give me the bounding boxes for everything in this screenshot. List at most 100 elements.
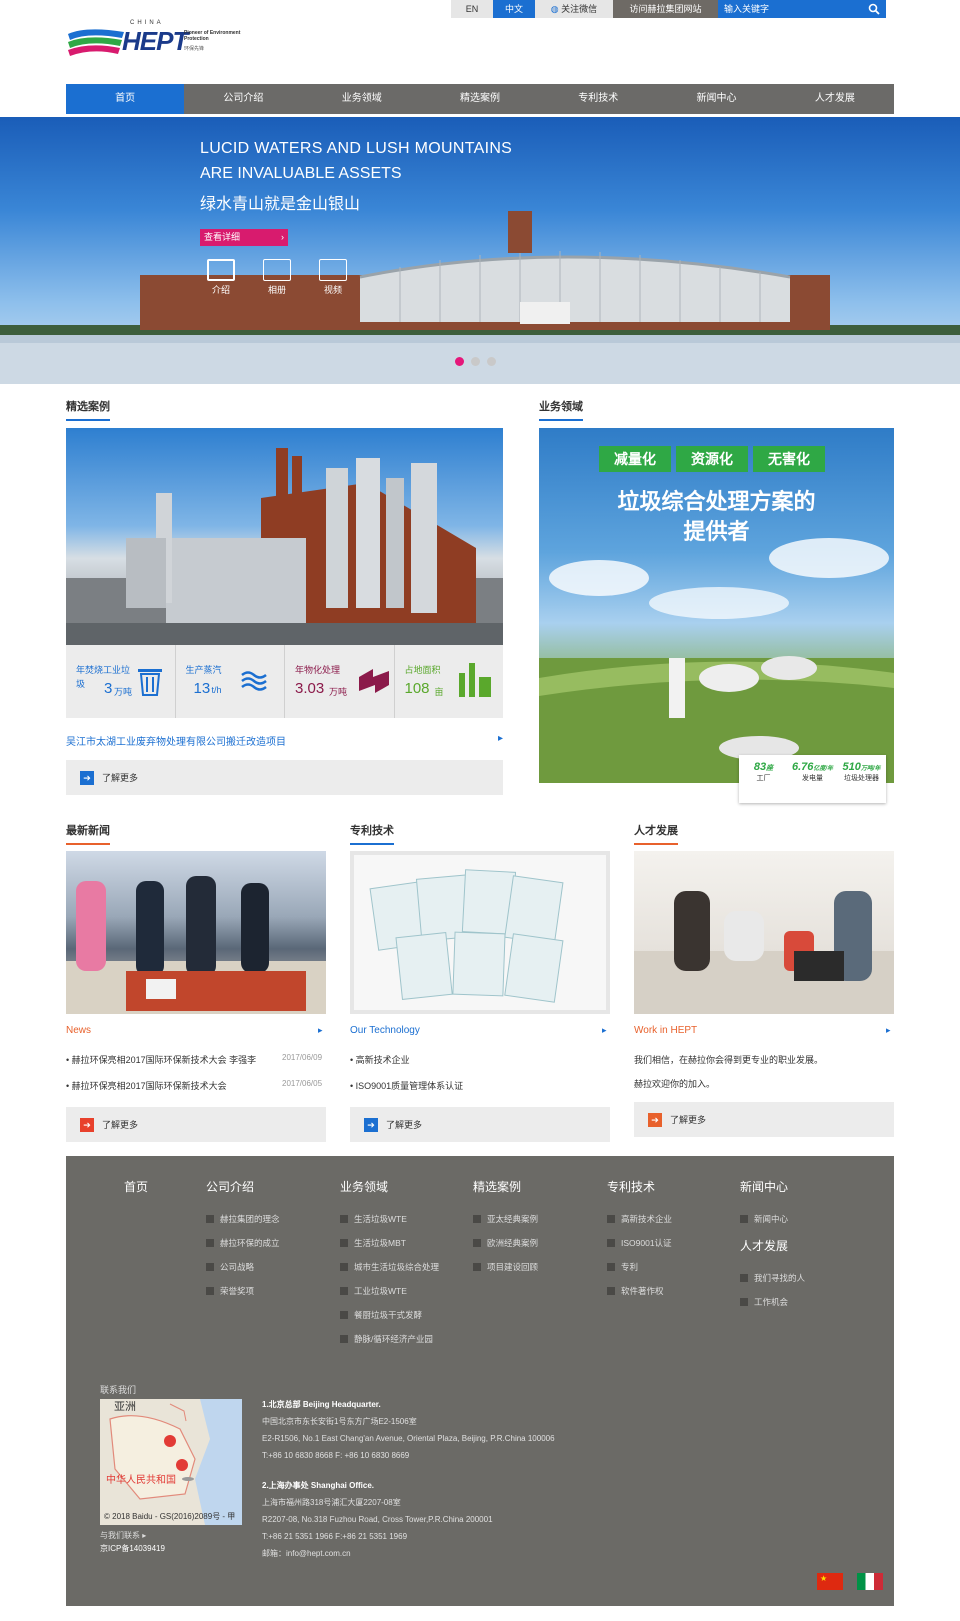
banner-video-button[interactable]: 视频: [313, 259, 353, 296]
footer-link[interactable]: 荣誉奖项: [206, 1279, 280, 1303]
cases-section-title[interactable]: 精选案例: [66, 398, 110, 421]
carousel-dot-2[interactable]: [471, 357, 480, 366]
footer-link[interactable]: 我们寻找的人: [740, 1266, 805, 1290]
contact-us-link[interactable]: 与我们联系 ▸: [100, 1530, 146, 1541]
footer-col-about-head[interactable]: 公司介绍: [206, 1178, 280, 1195]
footer-link[interactable]: 生活垃圾WTE: [340, 1207, 439, 1231]
footer-link[interactable]: 工作机会: [740, 1290, 805, 1314]
news-subtitle[interactable]: News: [66, 1025, 91, 1036]
nav-item-business[interactable]: 业务领域: [303, 84, 421, 114]
biz-stat-3-unit: 万吨/年: [860, 766, 881, 772]
tech-image[interactable]: [350, 851, 610, 1014]
nav-item-technology[interactable]: 专利技术: [539, 84, 657, 114]
banner-video-label: 视频: [323, 285, 342, 295]
addr2-en: R2207-08, No.318 Fuzhou Road, Cross Towe…: [262, 1515, 493, 1524]
nav-item-news[interactable]: 新闻中心: [657, 84, 775, 114]
nav-item-careers[interactable]: 人才发展: [776, 84, 894, 114]
footer-link-label: 静脉/循环经济产业园: [354, 1334, 433, 1344]
footer-link[interactable]: 城市生活垃圾综合处理: [340, 1255, 439, 1279]
lang-en-button[interactable]: EN: [451, 0, 493, 18]
contact-map[interactable]: 亚洲 中华人民共和国 © 2018 Baidu - GS(2016)2089号 …: [100, 1399, 242, 1525]
footer-link[interactable]: 生活垃圾MBT: [340, 1231, 439, 1255]
banner-intro-button[interactable]: 介绍: [201, 259, 241, 296]
hr-subtitle[interactable]: Work in HEPT: [634, 1025, 697, 1036]
biz-stat-1-label: 工厂: [756, 775, 771, 782]
footer-link[interactable]: 专利: [607, 1255, 672, 1279]
hr-more-button[interactable]: ➔ 了解更多: [634, 1102, 894, 1137]
news-section-title[interactable]: 最新新闻: [66, 822, 110, 845]
footer-link[interactable]: 赫拉集团的理念: [206, 1207, 280, 1231]
footer-col-news: 新闻中心 新闻中心 人才发展 我们寻找的人 工作机会: [740, 1178, 805, 1314]
footer-link[interactable]: 餐厨垃圾干式发酵: [340, 1303, 439, 1327]
hr-image[interactable]: [634, 851, 894, 1014]
tech-more-button[interactable]: ➔ 了解更多: [350, 1107, 610, 1142]
business-headline-2: 提供者: [683, 519, 750, 544]
addr2-title: 2.上海办事处 Shanghai Office.: [262, 1481, 375, 1490]
hr-section-title[interactable]: 人才发展: [634, 822, 678, 845]
footer-link-label: 高新技术企业: [621, 1214, 673, 1224]
footer-link-label: 生活垃圾MBT: [354, 1238, 406, 1248]
footer-link-label: 工业垃圾WTE: [354, 1286, 407, 1296]
footer-link[interactable]: 高新技术企业: [607, 1207, 672, 1231]
cases-more-button[interactable]: ➔ 了解更多: [66, 760, 503, 795]
factory-icon: [458, 663, 491, 697]
banner-headline-en-2: ARE INVALUABLE ASSETS: [200, 165, 402, 182]
nav-item-home[interactable]: 首页: [66, 84, 185, 114]
footer-link[interactable]: 工业垃圾WTE: [340, 1279, 439, 1303]
footer-col-cases: 精选案例 亚太经典案例 欧洲经典案例 项目建设回顾: [473, 1178, 538, 1279]
hept-logo[interactable]: CHINA HEPT Pioneer of Environment Protec…: [66, 20, 246, 64]
footer-link[interactable]: 项目建设回顾: [473, 1255, 538, 1279]
carousel-dot-1[interactable]: [455, 357, 464, 366]
chevron-right-icon[interactable]: ▸: [318, 1025, 323, 1036]
tech-item-1[interactable]: • 高新技术企业: [350, 1053, 410, 1066]
footer-link[interactable]: 亚太经典案例: [473, 1207, 538, 1231]
footer-link[interactable]: 静脉/循环经济产业园: [340, 1327, 439, 1351]
tech-item-2[interactable]: • ISO9001质量管理体系认证: [350, 1079, 463, 1092]
tech-subtitle[interactable]: Our Technology: [350, 1025, 420, 1036]
footer-link[interactable]: 赫拉环保的成立: [206, 1231, 280, 1255]
chevron-right-icon: ›: [281, 232, 284, 242]
news-more-button[interactable]: ➔ 了解更多: [66, 1107, 326, 1142]
carousel-dot-3[interactable]: [487, 357, 496, 366]
visit-group-link[interactable]: 访问赫拉集团网站: [613, 0, 718, 18]
news-item-1[interactable]: • 赫拉环保亮相2017国际环保新技术大会 李强李: [66, 1053, 256, 1066]
chevron-right-icon[interactable]: ▸: [886, 1025, 891, 1036]
lang-zh-button[interactable]: 中文: [493, 0, 535, 18]
china-flag-icon[interactable]: ★: [817, 1573, 843, 1590]
footer-col-cases-head[interactable]: 精选案例: [473, 1178, 538, 1195]
footer-link[interactable]: 软件著作权: [607, 1279, 672, 1303]
tech-item-2-text: ISO9001质量管理体系认证: [355, 1081, 464, 1091]
biz-stat-3-value: 510: [842, 761, 861, 773]
logo-tagline-cn: 环保先锋: [184, 46, 205, 52]
banner-album-button[interactable]: 相册: [257, 259, 297, 296]
footer-link[interactable]: 欧洲经典案例: [473, 1231, 538, 1255]
news-item-2[interactable]: • 赫拉环保亮相2017国际环保新技术大会: [66, 1079, 227, 1092]
footer-col-news-head[interactable]: 新闻中心: [740, 1178, 805, 1195]
search-icon[interactable]: [868, 3, 880, 15]
case-stat-treatment: 年物化处理 3.03 万吨: [285, 645, 395, 718]
news-image[interactable]: [66, 851, 326, 1014]
footer-col-technology-head[interactable]: 专利技术: [607, 1178, 672, 1195]
footer-link[interactable]: ISO9001认证: [607, 1231, 672, 1255]
footer-link[interactable]: 新闻中心: [740, 1207, 805, 1231]
nav-item-cases[interactable]: 精选案例: [421, 84, 539, 114]
footer-home-link[interactable]: 首页: [124, 1178, 148, 1195]
chevron-right-icon[interactable]: ▸: [602, 1025, 607, 1036]
footer-email[interactable]: 邮箱：info@hept.com.cn: [262, 1545, 555, 1562]
business-infographic[interactable]: 减量化 资源化 无害化 垃圾综合处理方案的 提供者: [539, 428, 894, 783]
biz-stat-3-label: 垃圾处理器: [844, 775, 879, 782]
banner-detail-button[interactable]: 查看详细 ›: [200, 229, 288, 246]
footer-link-label: 专利: [621, 1262, 639, 1272]
footer-link[interactable]: 公司战略: [206, 1255, 280, 1279]
case-project-link[interactable]: 吴江市太湖工业废弃物处理有限公司搬迁改造项目 ▸: [66, 733, 503, 748]
business-section-title[interactable]: 业务领域: [539, 398, 583, 421]
italy-flag-icon[interactable]: [857, 1573, 883, 1590]
case-factory-image[interactable]: [66, 428, 503, 645]
footer-col-business-head[interactable]: 业务领域: [340, 1178, 439, 1195]
nav-item-about[interactable]: 公司介绍: [184, 84, 302, 114]
wechat-follow-button[interactable]: ◍ 关注微信: [535, 0, 613, 18]
tech-section-title[interactable]: 专利技术: [350, 822, 394, 845]
search-input[interactable]: 输入关键字: [718, 0, 886, 18]
footer-col-careers-head[interactable]: 人才发展: [740, 1237, 805, 1254]
footer-link-label: 软件著作权: [621, 1286, 664, 1296]
